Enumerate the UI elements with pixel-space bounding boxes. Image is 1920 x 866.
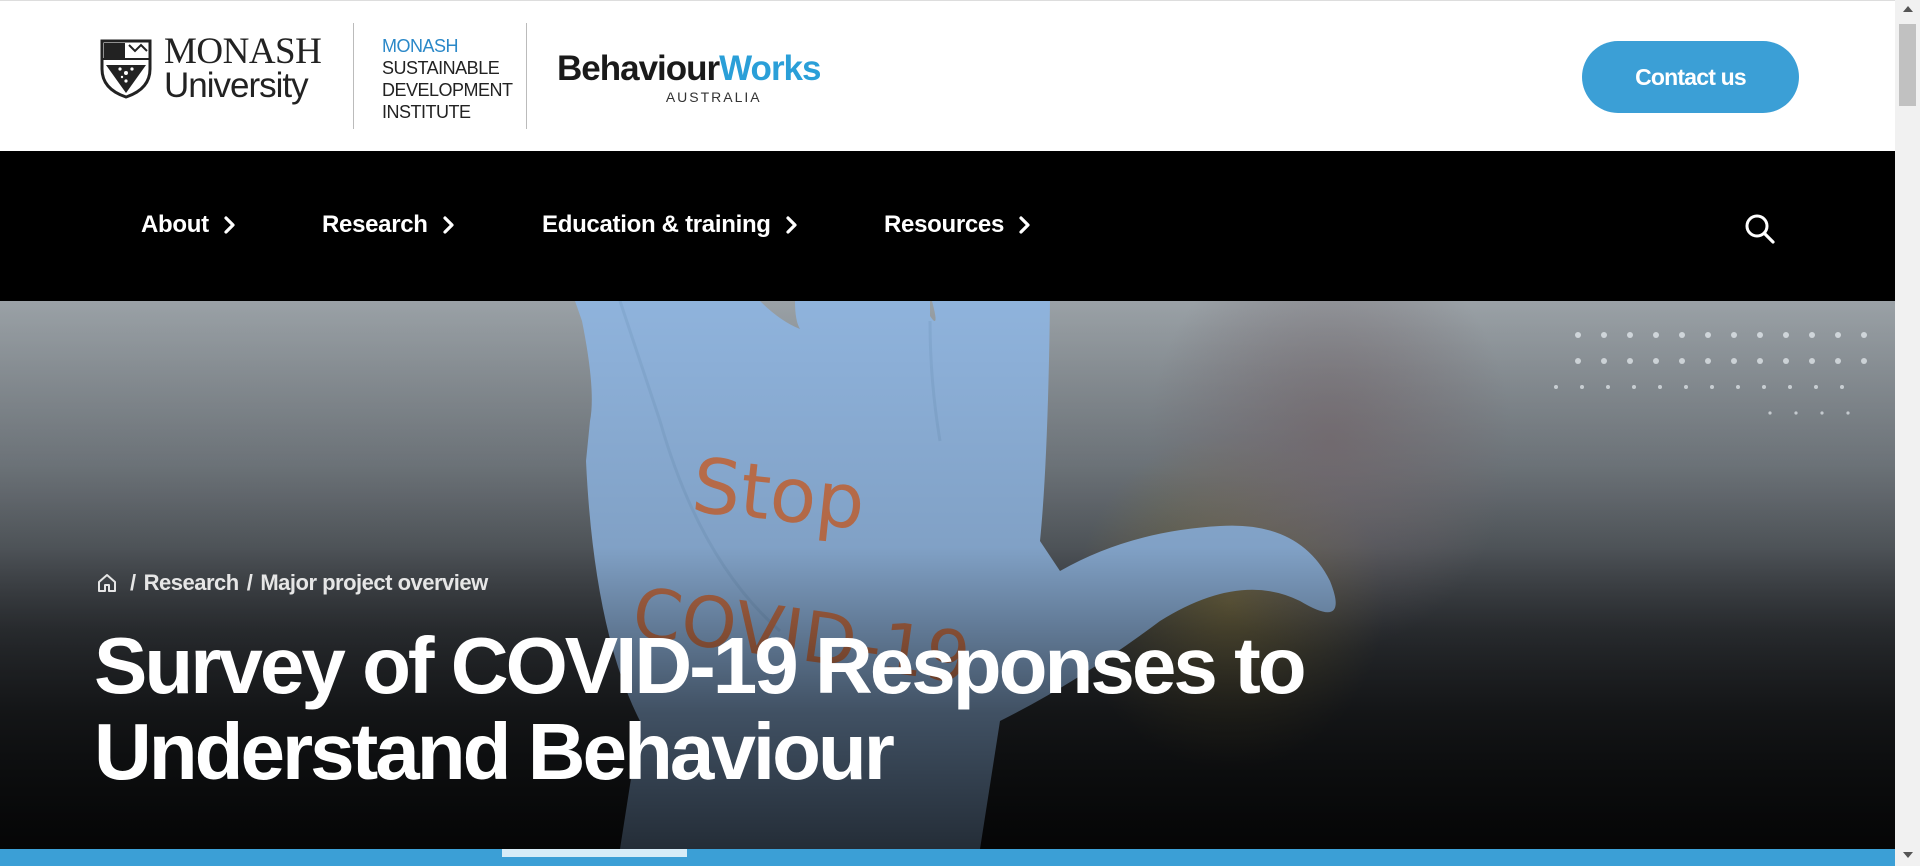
- university-wordmark: University: [164, 66, 309, 105]
- page-title: Survey of COVID-19 Responses to Understa…: [94, 621, 1307, 796]
- section-tab-bar: [0, 849, 1895, 866]
- nav-item-education-training[interactable]: Education & training: [542, 203, 799, 247]
- hero-banner: Stop COVID-19 / Research / Major project…: [0, 301, 1895, 849]
- chevron-right-icon: [1019, 216, 1030, 234]
- scroll-down-arrow-icon[interactable]: [1903, 852, 1913, 858]
- scroll-up-arrow-icon[interactable]: [1903, 6, 1913, 12]
- breadcrumb-item-research[interactable]: Research: [144, 570, 240, 596]
- scrollbar-thumb[interactable]: [1899, 24, 1916, 106]
- nav-item-label: Education & training: [542, 211, 771, 238]
- logo-divider: [526, 23, 527, 129]
- behaviourworks-wordmark-part2: Works: [719, 49, 821, 88]
- behaviourworks-logo[interactable]: BehaviourWorks AUSTRALIA: [557, 49, 822, 105]
- site-header: MONASH University MONASH SUSTAINABLE DEV…: [0, 0, 1895, 151]
- home-icon[interactable]: [96, 572, 118, 594]
- msdi-line: SUSTAINABLE: [382, 58, 500, 78]
- msdi-line: INSTITUTE: [382, 102, 471, 122]
- search-icon[interactable]: [1744, 213, 1776, 245]
- msdi-line: MONASH: [382, 36, 459, 56]
- msdi-line: DEVELOPMENT: [382, 80, 513, 100]
- logo-divider: [353, 23, 354, 129]
- nav-item-research[interactable]: Research: [322, 203, 456, 247]
- behaviourworks-wordmark-part1: Behaviour: [557, 49, 720, 88]
- monash-wordmark: MONASH: [164, 31, 322, 72]
- breadcrumb-item-current: Major project overview: [260, 570, 488, 595]
- monash-university-logo[interactable]: MONASH University: [98, 31, 322, 105]
- nav-item-label: Research: [322, 211, 428, 238]
- chevron-right-icon: [443, 216, 454, 234]
- chevron-right-icon: [786, 216, 797, 234]
- breadcrumb-separator: /: [246, 570, 253, 595]
- nav-item-label: About: [141, 211, 209, 238]
- breadcrumb: / Research / Major project overview: [96, 570, 488, 596]
- monash-crest-icon: [100, 39, 152, 99]
- breadcrumb-separator: /: [130, 570, 136, 595]
- main-nav: About Research Education & training Reso…: [0, 151, 1895, 301]
- nav-item-label: Resources: [884, 211, 1005, 238]
- active-tab-indicator[interactable]: [502, 849, 687, 857]
- behaviourworks-subtitle: AUSTRALIA: [665, 89, 762, 105]
- contact-us-button[interactable]: Contact us: [1582, 41, 1799, 113]
- chevron-right-icon: [224, 216, 235, 234]
- page-scrollbar[interactable]: [1895, 0, 1920, 866]
- nav-item-resources[interactable]: Resources: [884, 203, 1032, 247]
- msdi-logo[interactable]: MONASH SUSTAINABLE DEVELOPMENT INSTITUTE: [382, 35, 513, 123]
- nav-item-about[interactable]: About: [141, 203, 237, 247]
